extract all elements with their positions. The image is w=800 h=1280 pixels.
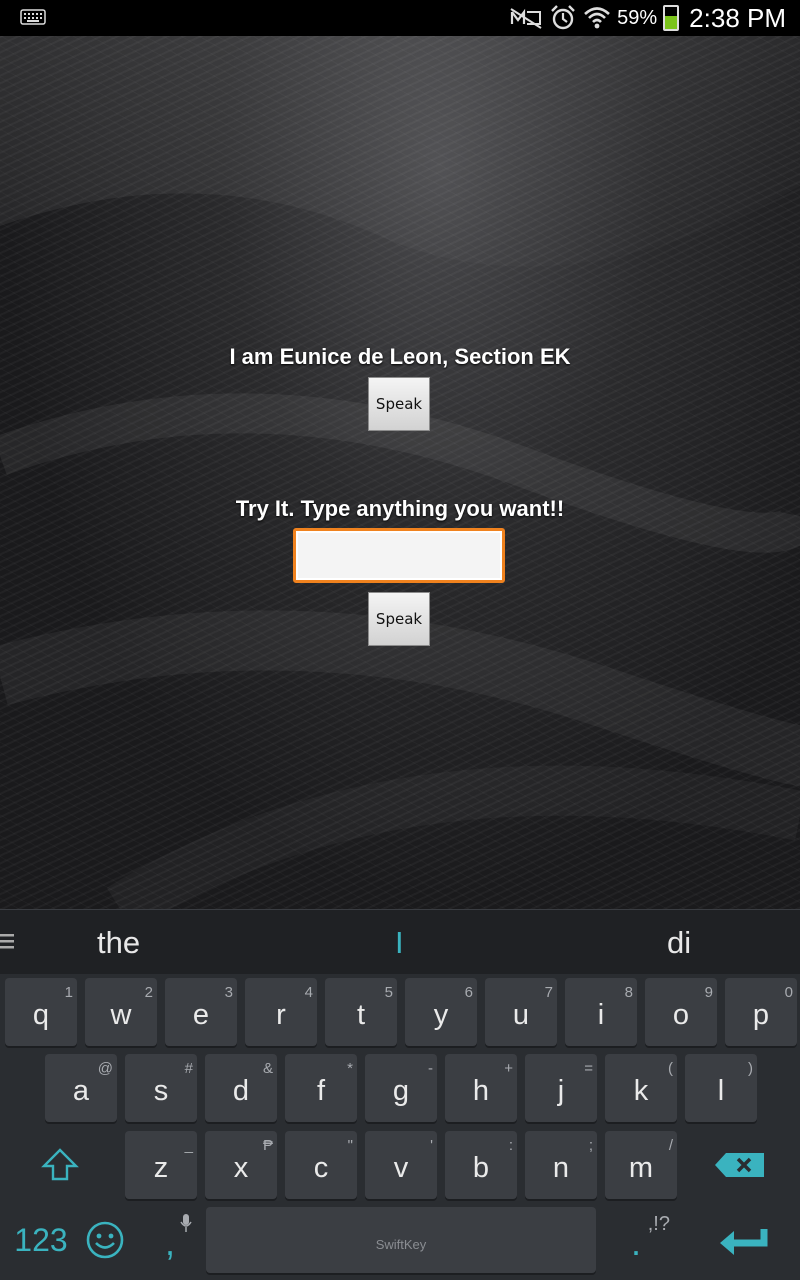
- battery-percent: 59%: [617, 6, 658, 29]
- suggestion-right[interactable]: di: [667, 910, 691, 974]
- key-h[interactable]: h +: [445, 1054, 517, 1122]
- key-n[interactable]: n;: [525, 1131, 597, 1199]
- menu-icon[interactable]: [0, 932, 16, 950]
- key-i[interactable]: i8: [565, 978, 637, 1046]
- key-alt-label: 7: [544, 984, 553, 1001]
- key-k[interactable]: k(: [605, 1054, 677, 1122]
- wallpaper: [0, 36, 800, 909]
- key-j[interactable]: j =: [525, 1054, 597, 1122]
- key-w[interactable]: w2: [85, 978, 157, 1046]
- status-bar: 59% 2:38 PM: [0, 0, 800, 36]
- key-x[interactable]: x ₱: [205, 1131, 277, 1199]
- speak-button-intro[interactable]: Speak: [368, 377, 430, 431]
- key-e[interactable]: e3: [165, 978, 237, 1046]
- key-alt-label: *: [347, 1060, 353, 1077]
- key-alt-label: 0: [784, 984, 793, 1001]
- key-alt-label: ;: [588, 1137, 593, 1154]
- key-g[interactable]: g-: [365, 1054, 437, 1122]
- key-label: g: [392, 1074, 410, 1107]
- key-alt-label: /: [668, 1137, 673, 1154]
- space-key[interactable]: SwiftKey: [206, 1207, 596, 1273]
- battery-icon: [663, 5, 680, 31]
- key-alt-label: _: [184, 1137, 193, 1154]
- key-alt-label: 1: [64, 984, 73, 1001]
- key-label: b: [472, 1151, 490, 1184]
- key-s[interactable]: s #: [125, 1054, 197, 1122]
- key-alt-label: +: [504, 1060, 513, 1077]
- key-o[interactable]: o9: [645, 978, 717, 1046]
- shift-key[interactable]: [22, 1131, 98, 1199]
- key-alt-label: 6: [464, 984, 473, 1001]
- key-t[interactable]: t5: [325, 978, 397, 1046]
- key-alt-label: 4: [304, 984, 313, 1001]
- text-input[interactable]: [293, 528, 505, 583]
- suggestion-bar: the I di: [0, 909, 800, 974]
- key-alt-label: ₱: [262, 1137, 273, 1154]
- key-alt-label: =: [584, 1060, 593, 1077]
- key-y[interactable]: y6: [405, 978, 477, 1046]
- key-u[interactable]: u7: [485, 978, 557, 1046]
- key-p[interactable]: p0: [725, 978, 797, 1046]
- suggestion-center[interactable]: I: [395, 910, 404, 974]
- backspace-key[interactable]: [700, 1131, 780, 1199]
- key-m[interactable]: m /: [605, 1131, 677, 1199]
- key-b[interactable]: b:: [445, 1131, 517, 1199]
- key-alt-label: -: [428, 1060, 433, 1077]
- key-q[interactable]: q1: [5, 978, 77, 1046]
- key-alt-label: #: [184, 1060, 193, 1077]
- key-label: m: [628, 1151, 654, 1184]
- key-v[interactable]: v ': [365, 1131, 437, 1199]
- key-alt-label: (: [668, 1060, 673, 1077]
- key-l[interactable]: l): [685, 1054, 757, 1122]
- clock: 2:38 PM: [689, 2, 786, 33]
- key-alt-label: ): [748, 1060, 753, 1077]
- alarm-icon: [551, 5, 575, 30]
- key-r[interactable]: r4: [245, 978, 317, 1046]
- comma-key[interactable]: ,: [140, 1207, 200, 1273]
- speak-button-input[interactable]: Speak: [368, 592, 430, 646]
- key-alt-label: ': [430, 1137, 433, 1154]
- key-label: c: [313, 1151, 329, 1184]
- key-label: v: [393, 1151, 409, 1184]
- emoji-icon: [86, 1221, 124, 1259]
- key-a[interactable]: a @: [45, 1054, 117, 1122]
- app-content: I am Eunice de Leon, Section EK Speak Tr…: [0, 36, 800, 909]
- shift-icon: [41, 1148, 79, 1181]
- key-c[interactable]: c ": [285, 1131, 357, 1199]
- key-alt-label: &: [262, 1060, 273, 1077]
- key-f[interactable]: f *: [285, 1054, 357, 1122]
- key-alt-label: 9: [704, 984, 713, 1001]
- keyboard-icon: [20, 9, 46, 25]
- key-label: k: [633, 1074, 649, 1107]
- key-d[interactable]: d &: [205, 1054, 277, 1122]
- intro-text: I am Eunice de Leon, Section EK: [229, 344, 571, 369]
- key-alt-label: 8: [624, 984, 633, 1001]
- key-alt-label: :: [508, 1137, 513, 1154]
- microphone-icon: [180, 1214, 192, 1232]
- swiftkey-brand: SwiftKey: [375, 1237, 427, 1252]
- key-alt-label: 2: [144, 984, 153, 1001]
- wifi-icon: [584, 7, 611, 29]
- key-alt-label: ": [347, 1137, 353, 1154]
- enter-key[interactable]: [700, 1207, 790, 1273]
- key-label: l: [717, 1074, 725, 1107]
- numbers-key[interactable]: 123: [6, 1207, 76, 1273]
- suggestion-left[interactable]: the: [97, 910, 140, 974]
- backspace-icon: [715, 1153, 764, 1177]
- key-z[interactable]: z _: [125, 1131, 197, 1199]
- key-label: n: [552, 1151, 570, 1184]
- emoji-key[interactable]: [80, 1207, 130, 1273]
- key-alt-label: 5: [384, 984, 393, 1001]
- key-alt-label: @: [97, 1060, 113, 1077]
- prompt-text: Try It. Type anything you want!!: [235, 496, 565, 521]
- mute-icon: [510, 8, 542, 29]
- key-alt-label: 3: [224, 984, 233, 1001]
- period-key[interactable]: . ,!?: [600, 1207, 672, 1273]
- enter-icon: [720, 1229, 768, 1255]
